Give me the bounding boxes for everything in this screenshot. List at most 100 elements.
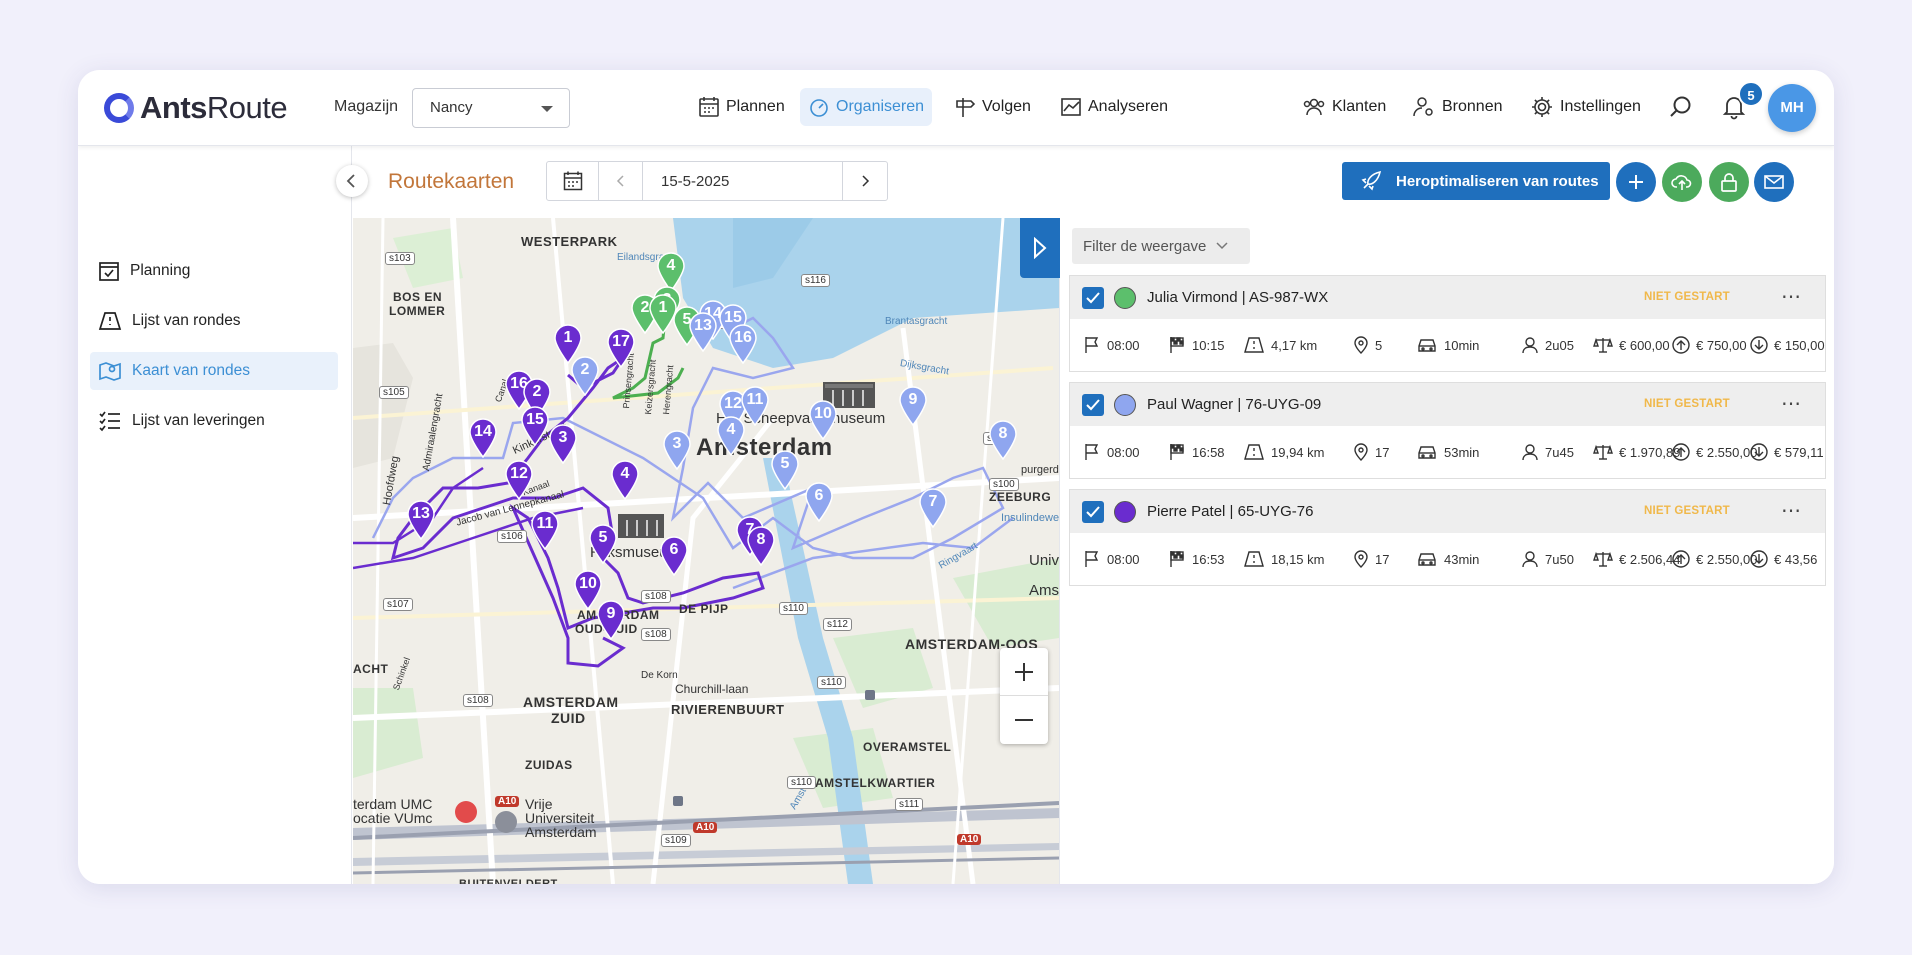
pin-icon xyxy=(1354,443,1368,461)
mail-icon xyxy=(1764,175,1784,189)
marker-blue[interactable]: 5 xyxy=(770,450,800,490)
stat-value: € 2.550,00 xyxy=(1696,444,1758,460)
stat-value: 16:58 xyxy=(1192,444,1225,460)
nav-organiseren[interactable]: Organiseren xyxy=(800,88,933,126)
nav-klanten[interactable]: Klanten xyxy=(1294,88,1394,126)
sidebar-collapse-button[interactable] xyxy=(336,165,368,197)
route-checkbox[interactable] xyxy=(1082,500,1104,523)
cloud-upload-icon xyxy=(1671,175,1692,190)
marker-purple[interactable]: 13 xyxy=(406,500,436,540)
route-header: Pierre Patel | 65-UYG-76 NIET GESTART ⋯ xyxy=(1070,490,1825,533)
sidebar-item-lijst-leveringen[interactable]: Lijst van leveringen xyxy=(90,402,338,440)
marker-purple[interactable]: 17 xyxy=(606,328,636,368)
marker-number: 12 xyxy=(510,465,528,482)
marker-purple[interactable]: 3 xyxy=(548,424,578,464)
route-checkbox[interactable] xyxy=(1082,393,1104,416)
more-options-icon[interactable]: ⋯ xyxy=(1781,498,1802,523)
marker-blue[interactable]: 16 xyxy=(728,324,758,364)
lock-button[interactable] xyxy=(1709,162,1749,202)
filter-label: Filter de weergave xyxy=(1083,237,1207,255)
next-date-button[interactable] xyxy=(843,162,887,200)
zoom-out-button[interactable] xyxy=(1000,696,1048,744)
marker-purple[interactable]: 12 xyxy=(504,460,534,500)
marker-purple[interactable]: 8 xyxy=(746,526,776,566)
stat-drive: 53min xyxy=(1416,443,1479,461)
marker-purple[interactable]: 6 xyxy=(659,536,689,576)
arrow-down-icon xyxy=(1750,550,1768,568)
nav-instellingen[interactable]: Instellingen xyxy=(1522,88,1649,126)
person-icon xyxy=(1522,551,1538,568)
avatar[interactable]: MH xyxy=(1768,84,1816,132)
marker-blue[interactable]: 13 xyxy=(688,312,718,352)
nav-volgen[interactable]: Volgen xyxy=(946,88,1039,126)
stat-down: € 43,56 xyxy=(1750,550,1817,568)
marker-number: 4 xyxy=(620,465,630,482)
calendar-button[interactable] xyxy=(547,162,599,200)
sidebar-item-label: Planning xyxy=(130,262,191,279)
marker-blue[interactable]: 4 xyxy=(716,416,746,456)
add-button[interactable] xyxy=(1616,162,1656,202)
stat-value: 7u50 xyxy=(1545,551,1574,567)
nav-analyseren[interactable]: Analyseren xyxy=(1052,88,1176,126)
mail-button[interactable] xyxy=(1754,162,1794,202)
search-icon[interactable] xyxy=(1668,94,1694,120)
sidebar-item-lijst-rondes[interactable]: Lijst van rondes xyxy=(90,302,338,340)
marker-blue[interactable]: 8 xyxy=(988,420,1018,460)
map-label-churchill: Churchill-laan xyxy=(675,682,749,696)
marker-number: 6 xyxy=(814,487,824,504)
sidebar-item-label: Lijst van rondes xyxy=(132,312,241,329)
route-checkbox[interactable] xyxy=(1082,286,1104,309)
map-label-bos2: LOMMER xyxy=(389,304,446,318)
reoptimize-button[interactable]: Heroptimaliseren van routes xyxy=(1342,162,1610,200)
marker-number: 7 xyxy=(928,493,938,510)
nav-klanten-label: Klanten xyxy=(1332,98,1387,115)
stat-value: € 750,00 xyxy=(1696,337,1747,353)
nav-plannen[interactable]: Plannen xyxy=(690,88,793,126)
road-shield: s109 xyxy=(661,834,691,847)
marker-number: 5 xyxy=(598,529,608,546)
map-label-brantas: Brantasgracht xyxy=(885,316,948,327)
marker-blue[interactable]: 7 xyxy=(918,488,948,528)
more-options-icon[interactable]: ⋯ xyxy=(1781,284,1802,309)
warehouse-select[interactable]: Nancy xyxy=(412,88,570,128)
map-label-zuid1: AMSTERDAM xyxy=(523,694,619,710)
marker-purple[interactable]: 15 xyxy=(520,406,550,446)
upload-button[interactable] xyxy=(1662,162,1702,202)
route-card[interactable]: Pierre Patel | 65-UYG-76 NIET GESTART ⋯ 08:… xyxy=(1069,489,1826,586)
marker-purple[interactable]: 1 xyxy=(553,324,583,364)
date-value[interactable]: 15-5-2025 xyxy=(643,162,843,200)
arrow-up-icon xyxy=(1672,550,1690,568)
nav-bronnen-label: Bronnen xyxy=(1442,98,1503,115)
marker-blue[interactable]: 9 xyxy=(898,386,928,426)
marker-purple[interactable]: 9 xyxy=(596,600,626,640)
road-shield: s111 xyxy=(895,798,924,811)
nav-bronnen[interactable]: Bronnen xyxy=(1404,88,1511,126)
sidebar-item-kaart-rondes[interactable]: Kaart van rondes xyxy=(90,352,338,390)
stat-value: 17 xyxy=(1375,444,1390,460)
route-card[interactable]: Paul Wagner | 76-UYG-09 NIET GESTART ⋯ 08:0… xyxy=(1069,382,1826,479)
sidebar-item-planning[interactable]: Planning xyxy=(90,252,338,290)
map-label-depijp: DE PIJP xyxy=(679,602,729,616)
stat-down: € 150,00 xyxy=(1750,336,1825,354)
marker-blue[interactable]: 3 xyxy=(662,430,692,470)
check-icon xyxy=(1086,398,1100,410)
map-collapse-button[interactable] xyxy=(1020,218,1060,278)
route-stats: 08:00 16:53 18,15 km 17 43min 7u50 € 2.506,44 €… xyxy=(1070,533,1825,586)
route-card[interactable]: Julia Virmond | AS-987-WX NIET GESTART ⋯ 08… xyxy=(1069,275,1826,372)
map-label-dijks: Dijksgracht xyxy=(899,358,950,378)
marker-blue[interactable]: 10 xyxy=(808,400,838,440)
marker-purple[interactable]: 14 xyxy=(468,418,498,458)
zoom-in-button[interactable] xyxy=(1000,648,1048,696)
marker-blue[interactable]: 6 xyxy=(804,482,834,522)
marker-purple[interactable]: 11 xyxy=(530,510,560,550)
marker-purple[interactable]: 4 xyxy=(610,460,640,500)
antsroute-logo[interactable]: AntsRoute xyxy=(104,90,288,126)
more-options-icon[interactable]: ⋯ xyxy=(1781,391,1802,416)
filter-dropdown[interactable]: Filter de weergave xyxy=(1072,228,1250,264)
arrow-up-icon xyxy=(1672,336,1690,354)
prev-date-button[interactable] xyxy=(599,162,643,200)
stat-up: € 750,00 xyxy=(1672,336,1747,354)
marker-purple[interactable]: 5 xyxy=(588,524,618,564)
route-map[interactable]: WESTERPARK BOS EN LOMMER Amsterdam Het Schee… xyxy=(353,218,1059,884)
stat-value: 43min xyxy=(1444,551,1480,567)
